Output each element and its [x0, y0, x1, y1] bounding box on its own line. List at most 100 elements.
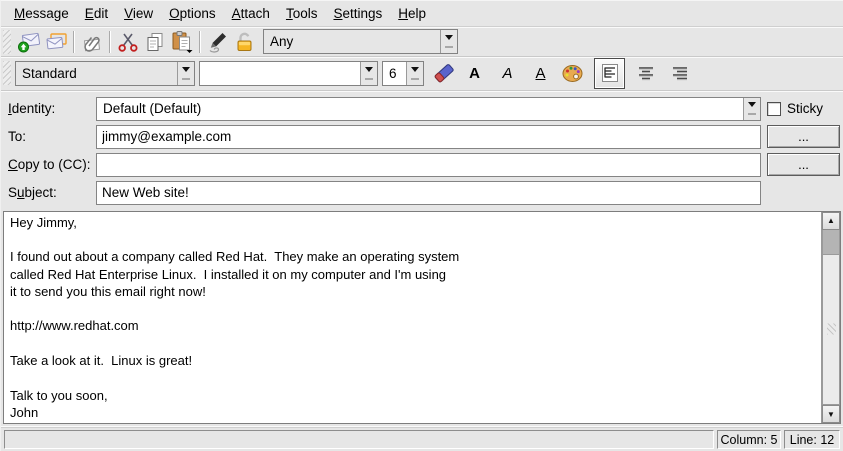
scrollbar-track[interactable] — [822, 254, 840, 406]
cc-label: Copy to (CC): — [8, 157, 96, 172]
sticky-cell: Sticky — [761, 101, 843, 116]
sign-button[interactable] — [204, 28, 231, 55]
font-family-combo[interactable] — [199, 61, 378, 86]
toolbar-separator — [109, 31, 110, 53]
align-center-button[interactable] — [632, 60, 659, 87]
format-toolbar: Standard 6 A A — [1, 57, 843, 90]
body-line: Hey Jimmy, — [10, 214, 815, 231]
italic-icon: A — [502, 65, 512, 82]
chevron-down-icon[interactable] — [360, 62, 377, 85]
chevron-down-icon[interactable] — [440, 30, 457, 53]
vertical-scrollbar[interactable]: ▲ ▼ — [821, 212, 840, 424]
toolbar-separator — [199, 31, 200, 53]
to-browse-cell: ... — [761, 125, 843, 148]
status-column-panel: Column: 5 — [717, 430, 781, 449]
body-line: called Red Hat Enterprise Linux. I insta… — [10, 266, 815, 283]
menu-message[interactable]: Message — [6, 3, 77, 24]
status-message-panel — [4, 430, 714, 449]
underline-icon: A — [535, 65, 545, 82]
to-label: To: — [8, 129, 96, 144]
body-line: I found out about a company called Red H… — [10, 248, 815, 265]
chevron-down-icon[interactable] — [406, 62, 423, 85]
body-line: it to send you this email right now! — [10, 283, 815, 300]
body-line — [10, 300, 815, 317]
status-line-panel: Line: 12 — [784, 430, 840, 449]
align-left-button[interactable] — [594, 58, 625, 89]
menu-bar: Message Edit View Options Attach Tools S… — [1, 1, 843, 27]
subject-input[interactable] — [96, 181, 761, 205]
message-body-text[interactable]: Hey Jimmy, I found out about a company c… — [4, 212, 821, 424]
text-color-button[interactable] — [559, 60, 586, 87]
body-line: Take a look at it. Linux is great! — [10, 352, 815, 369]
body-line — [10, 231, 815, 248]
queue-mail-icon — [44, 31, 68, 53]
menu-attach[interactable]: Attach — [224, 3, 278, 24]
subject-label: Subject: — [8, 185, 96, 200]
paste-button[interactable] — [168, 28, 195, 55]
align-center-icon — [635, 62, 657, 84]
body-line: Talk to you soon, — [10, 387, 815, 404]
status-bar: Column: 5 Line: 12 — [1, 427, 843, 451]
sticky-label: Sticky — [787, 101, 823, 116]
body-line — [10, 335, 815, 352]
paragraph-style-combo[interactable]: Standard — [15, 61, 195, 86]
compose-window: Message Edit View Options Attach Tools S… — [0, 0, 843, 451]
body-line — [10, 369, 815, 386]
scroll-down-icon: ▼ — [827, 410, 835, 419]
cc-browse-cell: ... — [761, 153, 843, 176]
subject-row: Subject: — [1, 179, 843, 207]
copy-icon — [144, 31, 166, 53]
menu-settings[interactable]: Settings — [325, 3, 390, 24]
cc-address-book-button[interactable]: ... — [767, 153, 840, 176]
queue-button[interactable] — [42, 28, 69, 55]
identity-combo[interactable]: Default (Default) — [96, 97, 761, 121]
scroll-up-icon: ▲ — [827, 216, 835, 225]
scroll-down-button[interactable]: ▼ — [822, 405, 840, 423]
chevron-down-icon[interactable] — [743, 98, 760, 120]
to-address-book-button[interactable]: ... — [767, 125, 840, 148]
cut-button[interactable] — [114, 28, 141, 55]
encrypt-button[interactable] — [231, 28, 258, 55]
attach-file-icon — [81, 31, 103, 53]
to-row: To: ... — [1, 123, 843, 151]
encoding-combo-value: Any — [264, 34, 440, 49]
body-line: http://www.redhat.com — [10, 317, 815, 334]
header-form: Identity: Default (Default) Sticky To: .… — [1, 91, 843, 209]
sticky-checkbox[interactable] — [767, 102, 781, 116]
toolbar-drag-handle[interactable] — [3, 30, 11, 54]
cc-input[interactable] — [96, 153, 761, 177]
menu-view[interactable]: View — [116, 3, 161, 24]
italic-button[interactable]: A — [494, 60, 521, 87]
main-toolbar: Any — [1, 27, 843, 58]
toolbar-separator — [73, 31, 74, 53]
size-combo-value: 6 — [383, 66, 406, 81]
bold-icon: A — [469, 65, 480, 82]
paste-icon — [170, 30, 193, 53]
attach-button[interactable] — [78, 28, 105, 55]
send-button[interactable] — [15, 28, 42, 55]
menu-edit[interactable]: Edit — [77, 3, 116, 24]
remove-format-button[interactable] — [430, 60, 457, 87]
menu-help[interactable]: Help — [390, 3, 434, 24]
scroll-up-button[interactable]: ▲ — [822, 212, 840, 230]
menu-options[interactable]: Options — [161, 3, 224, 24]
scrollbar-thumb[interactable] — [822, 230, 840, 254]
underline-button[interactable]: A — [527, 60, 554, 87]
bold-button[interactable]: A — [461, 60, 488, 87]
chevron-down-icon[interactable] — [177, 62, 194, 85]
remove-format-icon — [432, 61, 456, 85]
body-line: John — [10, 404, 815, 421]
toolbar-drag-handle[interactable] — [3, 61, 11, 85]
sign-message-icon — [206, 31, 229, 53]
menu-tools[interactable]: Tools — [278, 3, 326, 24]
encoding-combo[interactable]: Any — [263, 29, 458, 54]
cc-row: Copy to (CC): ... — [1, 151, 843, 179]
align-right-icon — [669, 62, 691, 84]
identity-combo-value: Default (Default) — [97, 101, 743, 116]
identity-label: Identity: — [8, 101, 96, 116]
font-size-combo[interactable]: 6 — [382, 61, 424, 86]
to-input[interactable] — [96, 125, 761, 149]
align-right-button[interactable] — [666, 60, 693, 87]
style-combo-value: Standard — [16, 66, 177, 81]
copy-button[interactable] — [141, 28, 168, 55]
